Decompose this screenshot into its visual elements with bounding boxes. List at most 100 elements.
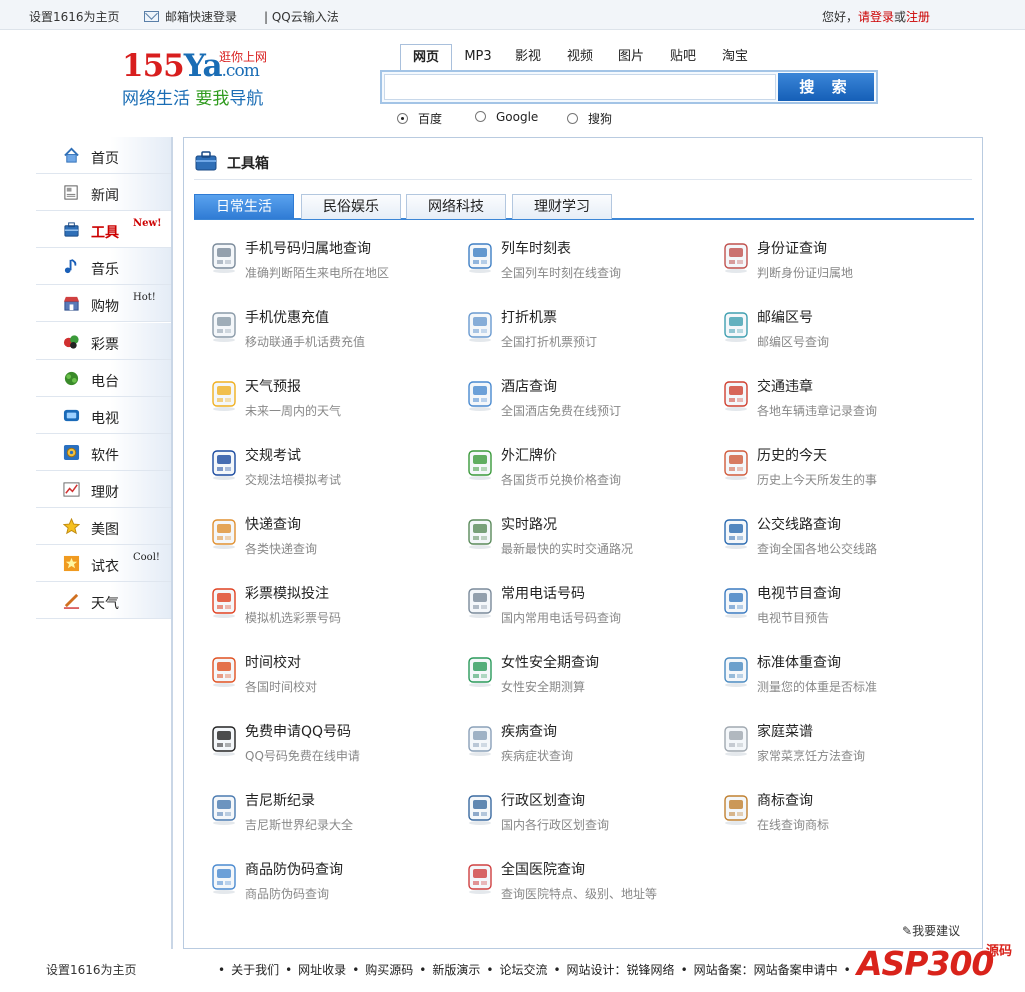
qq-input-link[interactable]: | QQ云输入法 — [264, 8, 339, 25]
tool-name[interactable]: 快递查询 — [245, 514, 301, 534]
login-link[interactable]: 请登录 — [858, 10, 894, 24]
tool-name[interactable]: 身份证查询 — [757, 238, 827, 258]
tool-name[interactable]: 商标查询 — [757, 790, 813, 810]
engine-option-1[interactable]: Google — [475, 110, 538, 124]
tool-name[interactable]: 免费申请QQ号码 — [245, 721, 351, 741]
sidebar-item-11[interactable]: 试衣 Cool! — [36, 545, 171, 583]
tool-item[interactable]: 邮编区号 邮编区号查询 — [720, 307, 970, 359]
sidebar-item-2[interactable]: 工具 New! — [36, 211, 171, 249]
tool-name[interactable]: 家庭菜谱 — [757, 721, 813, 741]
tool-item[interactable]: 公交线路查询 查询全国各地公交线路 — [720, 514, 970, 566]
tool-item[interactable]: 彩票模拟投注 模拟机选彩票号码 — [208, 583, 458, 635]
tool-item[interactable]: 常用电话号码 国内常用电话号码查询 — [464, 583, 714, 635]
tool-item[interactable]: 商品防伪码查询 商品防伪码查询 — [208, 859, 458, 911]
tool-name[interactable]: 邮编区号 — [757, 307, 813, 327]
tool-name[interactable]: 实时路况 — [501, 514, 557, 534]
tool-name[interactable]: 吉尼斯纪录 — [245, 790, 315, 810]
footer-link-5[interactable]: 网站设计：锐锋网络 — [567, 963, 675, 977]
tool-item[interactable]: 实时路况 最新最快的实时交通路况 — [464, 514, 714, 566]
sidebar-item-0[interactable]: 首页 — [36, 137, 171, 174]
category-tab-3[interactable]: 理财学习 — [512, 194, 612, 219]
search-tab-0[interactable]: 网页 — [400, 44, 452, 70]
footer-set-home-link[interactable]: 设置1616为主页 — [46, 961, 137, 978]
tool-name[interactable]: 交规考试 — [245, 445, 301, 465]
tool-item[interactable]: 手机优惠充值 移动联通手机话费充值 — [208, 307, 458, 359]
tool-item[interactable]: 行政区划查询 国内各行政区划查询 — [464, 790, 714, 842]
tool-name[interactable]: 行政区划查询 — [501, 790, 585, 810]
search-input[interactable] — [384, 74, 776, 100]
tool-name[interactable]: 打折机票 — [501, 307, 557, 327]
footer-link-2[interactable]: 购买源码 — [365, 963, 413, 977]
set-home-link[interactable]: 设置1616为主页 — [29, 8, 120, 25]
tool-item[interactable]: 外汇牌价 各国货币兑换价格查询 — [464, 445, 714, 497]
tool-item[interactable]: 快递查询 各类快递查询 — [208, 514, 458, 566]
footer-link-3[interactable]: 新版演示 — [432, 963, 480, 977]
sidebar-item-10[interactable]: 美图 — [36, 508, 171, 545]
tool-item[interactable]: 疾病查询 疾病症状查询 — [464, 721, 714, 773]
tool-item[interactable]: 酒店查询 全国酒店免费在线预订 — [464, 376, 714, 428]
search-tab-6[interactable]: 淘宝 — [711, 44, 759, 70]
search-tab-3[interactable]: 视频 — [556, 44, 604, 70]
search-tab-2[interactable]: 影视 — [504, 44, 552, 70]
footer-link-1[interactable]: 网址收录 — [298, 963, 346, 977]
tool-name[interactable]: 公交线路查询 — [757, 514, 841, 534]
tool-name[interactable]: 交通违章 — [757, 376, 813, 396]
tool-item[interactable]: 打折机票 全国打折机票预订 — [464, 307, 714, 359]
tool-name[interactable]: 标准体重查询 — [757, 652, 841, 672]
tool-name[interactable]: 疾病查询 — [501, 721, 557, 741]
tool-name[interactable]: 女性安全期查询 — [501, 652, 599, 672]
tool-name[interactable]: 电视节目查询 — [757, 583, 841, 603]
sidebar-item-6[interactable]: 电台 — [36, 359, 171, 397]
sidebar-item-1[interactable]: 新闻 — [36, 174, 171, 212]
tool-name[interactable]: 商品防伪码查询 — [245, 859, 343, 879]
site-logo[interactable]: 155Ya.com 逛你上网 网络生活 要我导航 — [120, 46, 290, 109]
register-link[interactable]: 注册 — [906, 10, 930, 24]
engine-option-2[interactable]: 搜狗 — [567, 110, 612, 127]
tool-item[interactable]: 交规考试 交规法培模拟考试 — [208, 445, 458, 497]
tool-name[interactable]: 手机号码归属地查询 — [245, 238, 371, 258]
category-tab-2[interactable]: 网络科技 — [406, 194, 506, 219]
tool-item[interactable]: 标准体重查询 测量您的体重是否标准 — [720, 652, 970, 704]
search-button[interactable]: 搜 索 — [778, 73, 874, 101]
tool-item[interactable]: 吉尼斯纪录 吉尼斯世界纪录大全 — [208, 790, 458, 842]
tool-item[interactable]: 交通违章 各地车辆违章记录查询 — [720, 376, 970, 428]
tool-name[interactable]: 常用电话号码 — [501, 583, 585, 603]
sidebar-item-9[interactable]: 理财 — [36, 470, 171, 508]
tool-name[interactable]: 酒店查询 — [501, 376, 557, 396]
sidebar-item-12[interactable]: 天气 — [36, 582, 171, 620]
footer-link-4[interactable]: 论坛交流 — [499, 963, 547, 977]
engine-option-0[interactable]: 百度 — [397, 110, 442, 127]
tool-item[interactable]: 电视节目查询 电视节目预告 — [720, 583, 970, 635]
tool-item[interactable]: 天气预报 未来一周内的天气 — [208, 376, 458, 428]
tool-item[interactable]: 女性安全期查询 女性安全期测算 — [464, 652, 714, 704]
tool-name[interactable]: 外汇牌价 — [501, 445, 557, 465]
tool-item[interactable]: 商标查询 在线查询商标 — [720, 790, 970, 842]
category-tab-0[interactable]: 日常生活 — [194, 194, 294, 219]
sidebar-item-4[interactable]: 购物 Hot! — [36, 285, 171, 323]
tool-name[interactable]: 全国医院查询 — [501, 859, 585, 879]
tool-item[interactable]: 身份证查询 判断身份证归属地 — [720, 238, 970, 290]
search-tab-5[interactable]: 贴吧 — [659, 44, 707, 70]
sidebar-item-8[interactable]: 软件 — [36, 433, 171, 471]
radio-button[interactable] — [397, 113, 408, 124]
tool-item[interactable]: 全国医院查询 查询医院特点、级别、地址等 — [464, 859, 714, 911]
tool-item[interactable]: 手机号码归属地查询 准确判断陌生来电所在地区 — [208, 238, 458, 290]
mail-login-link[interactable]: 邮箱快速登录 — [144, 8, 237, 25]
tool-name[interactable]: 天气预报 — [245, 376, 301, 396]
sidebar-item-5[interactable]: 彩票 — [36, 322, 171, 360]
sidebar-item-3[interactable]: 音乐 — [36, 248, 171, 286]
radio-button[interactable] — [475, 111, 486, 122]
tool-name[interactable]: 列车时刻表 — [501, 238, 571, 258]
category-tab-1[interactable]: 民俗娱乐 — [301, 194, 401, 219]
search-tab-4[interactable]: 图片 — [607, 44, 655, 70]
tool-name[interactable]: 历史的今天 — [757, 445, 827, 465]
tool-item[interactable]: 家庭菜谱 家常菜烹饪方法查询 — [720, 721, 970, 773]
footer-link-6[interactable]: 网站备案：网站备案申请中 — [694, 963, 838, 977]
tool-name[interactable]: 时间校对 — [245, 652, 301, 672]
tool-name[interactable]: 彩票模拟投注 — [245, 583, 329, 603]
search-tab-1[interactable]: MP3 — [455, 44, 501, 70]
tool-name[interactable]: 手机优惠充值 — [245, 307, 329, 327]
tool-item[interactable]: 免费申请QQ号码 QQ号码免费在线申请 — [208, 721, 458, 773]
tool-item[interactable]: 列车时刻表 全国列车时刻在线查询 — [464, 238, 714, 290]
radio-button[interactable] — [567, 113, 578, 124]
